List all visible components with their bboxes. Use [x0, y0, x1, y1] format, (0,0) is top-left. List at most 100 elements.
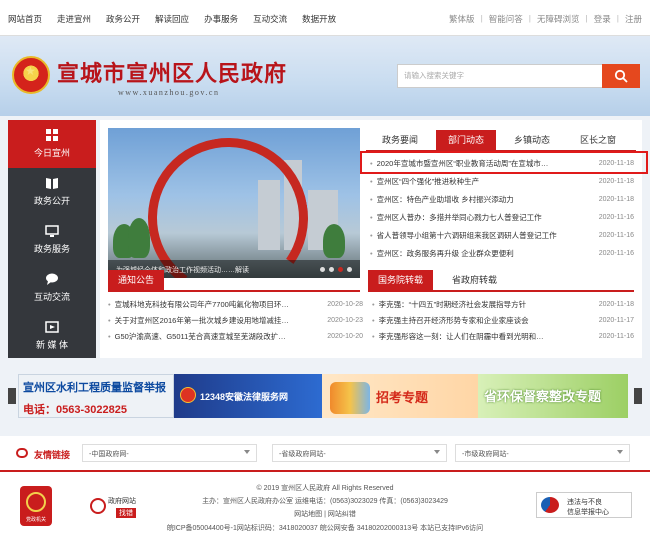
state-council-section-header: 国务院转载 省政府转载: [368, 270, 634, 292]
list-item[interactable]: • 李克强主持召开经济形势专家和企业家座谈会 2020-11-17: [372, 313, 634, 329]
news-slideshow[interactable]: 为强城经全体和政治工作视频活动……解读: [108, 128, 360, 278]
nav-interpret[interactable]: 解读回应: [155, 13, 189, 25]
register-link[interactable]: 注册: [625, 13, 642, 25]
banner-phone: 电话：0563-3022825: [23, 404, 127, 416]
divider: |: [616, 13, 619, 23]
site-header: ★ 宣城市宣州区人民政府 www.xuanzhou.gov.cn 请输入搜索关键…: [0, 36, 650, 116]
sidebar-item-label: 政务服务: [33, 244, 70, 254]
banner-title: 宣州区水利工程质量监督举报: [23, 381, 166, 394]
badge-label: 信息举报中心: [567, 509, 609, 516]
province-gov-select[interactable]: -省级政府网站-: [272, 444, 447, 462]
list-item[interactable]: • 宣州区：特色产业助增收 乡村振兴添动力 2020-11-18: [370, 191, 634, 209]
state-council-tab[interactable]: 国务院转载: [368, 270, 434, 290]
central-gov-select[interactable]: -中国政府网-: [82, 444, 257, 462]
city-gov-select[interactable]: -市级政府网站-: [455, 444, 630, 462]
notice-tab[interactable]: 通知公告: [108, 270, 165, 290]
highlight-box: [360, 151, 648, 174]
sidebar-item-today[interactable]: 今日宣州: [8, 120, 96, 168]
banner-title: 12348安徽法律服务网: [200, 392, 289, 402]
chevron-down-icon: [434, 450, 440, 454]
nav-interact[interactable]: 互动交流: [253, 13, 287, 25]
banner-recruitment[interactable]: 招考专题: [322, 374, 478, 418]
article-title[interactable]: 李克强：“十四五”时期经济社会发展指导方针: [379, 300, 527, 309]
bullet-icon: •: [372, 332, 375, 341]
left-sidebar: 今日宣州 政务公开 政务服务 互动交流 新 媒 体: [8, 120, 96, 358]
top-bar: 网站首页 走进宣州 政务公开 解读回应 办事服务 互动交流 数据开放 繁体版 |…: [0, 0, 650, 36]
article-title[interactable]: 李克强彤容这一刻：让人们在阴霾中看到光明和…: [379, 332, 544, 341]
tab-dept-news[interactable]: 部门动态: [436, 130, 496, 150]
notice-title[interactable]: G50沪渝高速、G5011芜合高速宣城至芜湖段改扩…: [115, 332, 286, 341]
banner-next-button[interactable]: [634, 388, 642, 404]
list-item[interactable]: • G50沪渝高速、G5011芜合高速宣城至芜湖段改扩… 2020-10-20: [108, 329, 363, 345]
list-item[interactable]: • 关于对宣州区2016年第一批次城乡建设用地增减挂… 2020-10-23: [108, 313, 363, 329]
list-item[interactable]: • 宣州区“四个强化”推进秋种生产 2020-11-18: [370, 173, 634, 191]
tree-shape: [323, 224, 345, 258]
nav-open-data[interactable]: 数据开放: [302, 13, 336, 25]
chevron-down-icon: [244, 450, 250, 454]
list-item[interactable]: • 李克强彤容这一刻：让人们在阴霾中看到光明和… 2020-11-16: [372, 329, 634, 345]
smart-qa-link[interactable]: 智能问答: [489, 13, 523, 25]
news-title[interactable]: 宣州区：特色产业助增收 乡村振兴添动力: [377, 195, 514, 204]
section-underline: [108, 290, 360, 292]
report-center-badge[interactable]: 违法与不良 信息举报中心: [536, 492, 632, 518]
article-date: 2020-11-17: [598, 317, 634, 324]
monitor-icon: [45, 225, 59, 237]
top-right-links: 繁体版 | 智能问答 | 无障碍浏览 | 登录 | 注册: [449, 13, 642, 25]
login-link[interactable]: 登录: [594, 13, 611, 25]
arch-shape: [135, 128, 321, 278]
bullet-icon: •: [108, 316, 111, 325]
list-item[interactable]: • 宣州区：政务服务再升级 企业群众更便利 2020-11-16: [370, 245, 634, 263]
banner-legal-service[interactable]: 12348安徽法律服务网: [174, 374, 322, 418]
article-title[interactable]: 李克强主持召开经济形势专家和企业家座谈会: [379, 316, 529, 325]
friendly-links-bar: 友情链接 -中国政府网- -省级政府网站- -市级政府网站-: [0, 436, 650, 470]
nav-services[interactable]: 办事服务: [204, 13, 238, 25]
search-input[interactable]: 请输入搜索关键字: [397, 64, 602, 88]
search-button[interactable]: [602, 64, 640, 88]
icp-text: 皖ICP备05004400号-1网站标识码：3418020037 皖公网安备 3…: [166, 525, 484, 532]
national-emblem-icon: ★: [12, 56, 50, 94]
book-icon: [46, 178, 58, 189]
chat-icon: [46, 273, 58, 285]
notice-title[interactable]: 宣城科地克科技有限公司年产7700吨氟化物项目环…: [115, 300, 289, 309]
traditional-chinese-link[interactable]: 繁体版: [449, 13, 475, 25]
article-date: 2020-11-18: [598, 301, 634, 308]
sidebar-item-new-media[interactable]: 新 媒 体: [8, 312, 96, 360]
bullet-icon: •: [370, 177, 373, 186]
grid-icon: [46, 129, 58, 141]
nav-gov-info[interactable]: 政务公开: [106, 13, 140, 25]
sidebar-item-gov-info[interactable]: 政务公开: [8, 168, 96, 216]
chevron-down-icon: [617, 450, 623, 454]
article-date: 2020-11-16: [598, 333, 634, 340]
link-icon: [16, 448, 28, 458]
banner-water-report[interactable]: 宣州区水利工程质量监督举报 电话：0563-3022825: [18, 374, 174, 418]
notice-title[interactable]: 关于对宣州区2016年第一批次城乡建设用地增减挂…: [115, 316, 289, 325]
news-tabs: 政务要闻 部门动态 乡镇动态 区长之窗: [370, 130, 634, 150]
accessibility-link[interactable]: 无障碍浏览: [537, 13, 580, 25]
news-title[interactable]: 省人普领导小组第十六调研组来我区调研人普登记工作: [377, 231, 557, 240]
news-date: 2020-11-16: [598, 250, 634, 257]
tab-district-head[interactable]: 区长之窗: [568, 130, 628, 150]
tab-gov-news[interactable]: 政务要闻: [370, 130, 430, 150]
news-title[interactable]: 宣州区：政务服务再升级 企业群众更便利: [377, 249, 514, 258]
list-item[interactable]: • 省人普领导小组第十六调研组来我区调研人普登记工作 2020-11-16: [370, 227, 634, 245]
list-item[interactable]: • 李克强：“十四五”时期经济社会发展指导方针 2020-11-18: [372, 297, 634, 313]
site-title[interactable]: 宣城市宣州区人民政府: [57, 56, 287, 88]
news-title[interactable]: 宣州区人普办：多措并举同心戮力七人普登记工作: [377, 213, 542, 222]
emblem-icon: [180, 387, 196, 403]
notice-date: 2020-10-20: [327, 333, 363, 340]
sidebar-item-services[interactable]: 政务服务: [8, 216, 96, 264]
select-value: -中国政府网-: [89, 451, 129, 458]
nav-about[interactable]: 走进宣州: [57, 13, 91, 25]
province-gov-tab[interactable]: 省政府转载: [452, 270, 497, 290]
tab-town-news[interactable]: 乡镇动态: [502, 130, 562, 150]
divider: |: [528, 13, 532, 23]
list-item[interactable]: • 宣州区人普办：多措并举同心戮力七人普登记工作 2020-11-16: [370, 209, 634, 227]
section-underline: [368, 290, 634, 292]
friendly-links-label: 友情链接: [34, 450, 71, 460]
banner-prev-button[interactable]: [8, 388, 16, 404]
banner-env-inspection[interactable]: 省环保督察整改专题: [478, 374, 628, 418]
nav-home[interactable]: 网站首页: [8, 13, 42, 25]
sidebar-item-interact[interactable]: 互动交流: [8, 264, 96, 312]
news-title[interactable]: 宣州区“四个强化”推进秋种生产: [377, 177, 480, 186]
list-item[interactable]: • 宣城科地克科技有限公司年产7700吨氟化物项目环… 2020-10-28: [108, 297, 363, 313]
